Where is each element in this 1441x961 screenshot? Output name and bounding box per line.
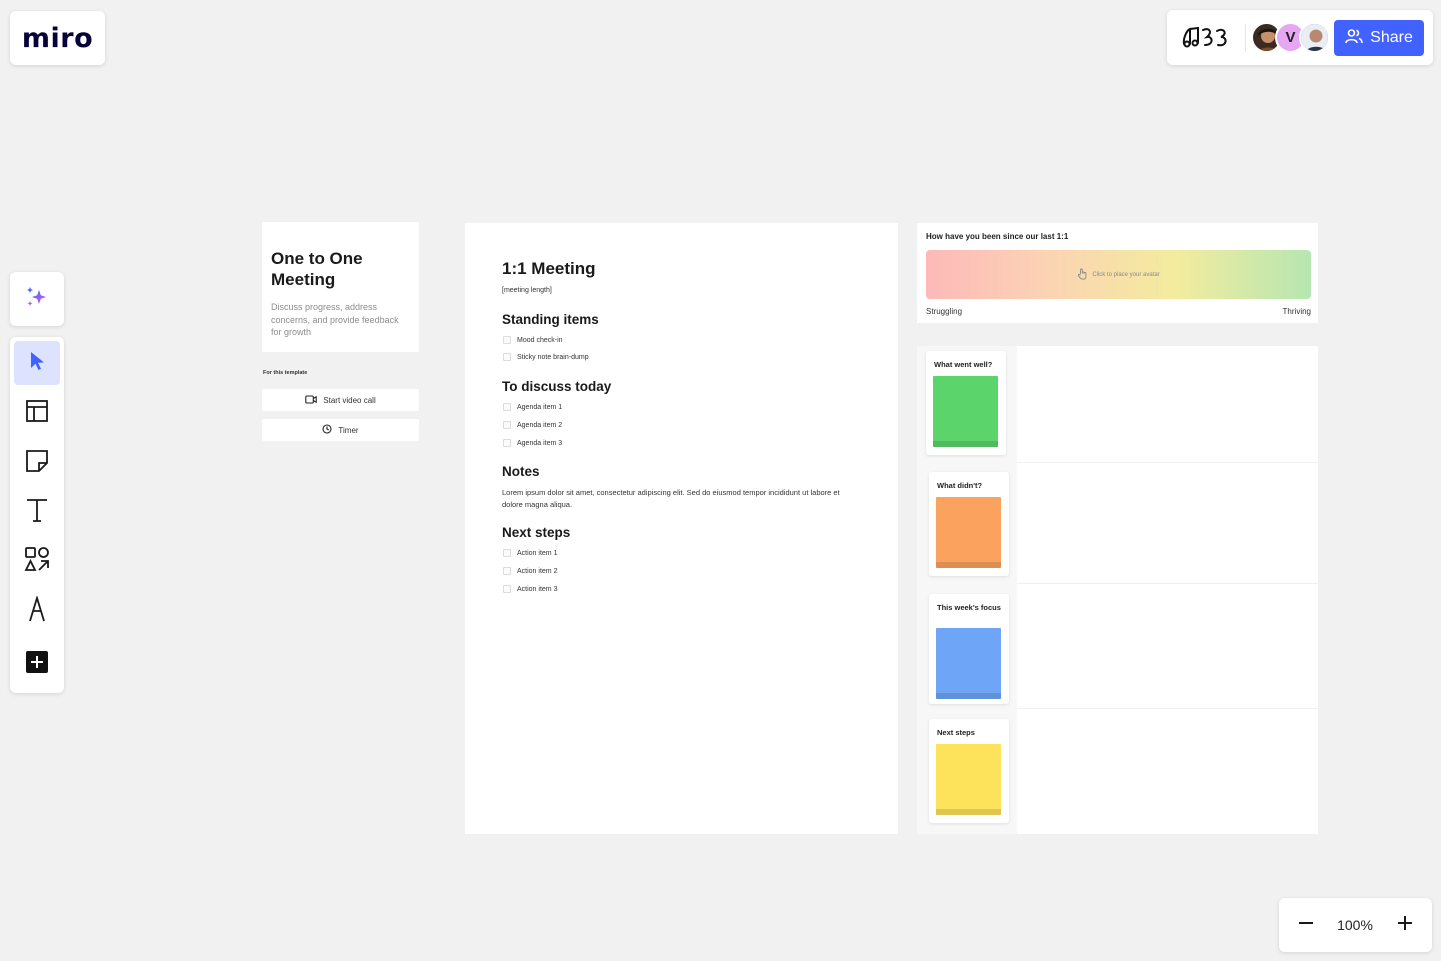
checklist-item[interactable]: Agenda item 2 [503,421,562,429]
checkbox[interactable] [503,336,511,344]
checklist-item-label: Agenda item 2 [517,421,563,429]
template-title: One to One Meeting [271,249,363,289]
meeting-doc[interactable]: 1:1 Meeting [meeting length] Standing it… [465,223,898,834]
select-tool[interactable] [14,341,60,385]
checklist-item[interactable]: Action item 1 [503,549,557,557]
sticky-label: Next steps [937,728,975,737]
share-button[interactable]: Share [1334,20,1424,56]
share-users-icon [1345,28,1363,49]
hand-pointer-icon [1077,267,1088,282]
checklist-item[interactable]: Action item 3 [503,585,557,593]
plus-icon [1396,914,1414,937]
text-tool[interactable] [14,490,60,534]
zoom-in-button[interactable] [1392,912,1418,938]
zoom-level[interactable]: 100% [1331,917,1379,933]
tools-toolbar [10,337,64,693]
start-video-call-button[interactable]: Start video call [262,389,419,411]
share-label: Share [1370,29,1413,46]
doc-title: 1:1 Meeting [502,259,596,278]
notes-heading: Notes [502,464,540,479]
checklist-item-label: Action item 1 [517,549,558,557]
checkbox[interactable] [503,353,511,361]
mood-right-label: Thriving [1282,307,1311,316]
checkbox[interactable] [503,421,511,429]
sticky-label: What didn't? [937,481,983,490]
sticky-note-tool[interactable] [14,441,60,485]
collaboration-bar: V Share [1167,10,1433,65]
checklist-item[interactable]: Agenda item 3 [503,439,562,447]
zoom-out-button[interactable] [1293,912,1319,938]
mood-hint: Click to place your avatar [1092,271,1160,278]
checkbox[interactable] [503,439,511,447]
avatar-initial: V [1285,29,1296,46]
mood-check-card: How have you been since our last 1:1 Cli… [917,223,1318,323]
notes-text: Lorem ipsum dolor sit amet, consectetur … [502,488,840,509]
shapes-tool[interactable] [14,539,60,583]
checkbox[interactable] [503,549,511,557]
sticky-card-next-steps[interactable]: Next steps [929,719,1009,823]
reactions-icon[interactable] [1181,22,1233,57]
ai-assist-button[interactable] [10,272,64,326]
to-discuss-heading: To discuss today [502,379,612,394]
next-steps-heading: Next steps [502,525,571,540]
cursor-icon [28,350,46,377]
checkbox[interactable] [503,585,511,593]
checklist-item-label: Action item 3 [517,585,558,593]
video-camera-icon [305,394,318,406]
avatar[interactable] [1299,22,1330,53]
miro-logo: miro [21,22,94,54]
timer-label: Timer [338,425,359,435]
mood-left-label: Struggling [926,307,963,316]
checklist-item[interactable]: Agenda item 1 [503,403,562,411]
divider [1017,462,1318,463]
sticky-note[interactable] [936,744,1001,815]
minus-icon [1297,914,1315,937]
templates-tool[interactable] [14,391,60,435]
retro-board: What went well? What didn't? This week's… [917,346,1318,834]
template-intro-card[interactable]: One to One Meeting Discuss progress, add… [262,222,419,352]
checklist-item[interactable]: Mood check-in [503,336,563,344]
divider [1017,583,1318,584]
sticky-note-icon [25,449,49,478]
shapes-icon [24,546,50,577]
template-description: Discuss progress, address concerns, and … [271,302,399,337]
timer-icon [322,424,332,436]
checklist-item-label: Sticky note brain-dump [517,353,589,361]
sticky-card-week-focus[interactable]: This week's focus [929,594,1009,704]
sticky-label: This week's focus [937,603,1001,612]
checkbox[interactable] [503,567,511,575]
pen-icon [27,594,47,627]
standing-items-heading: Standing items [502,312,599,327]
sticky-label: What went well? [934,360,993,369]
mood-question: How have you been since our last 1:1 [926,232,1069,241]
sticky-note[interactable] [936,628,1001,699]
for-template-label: For this template [263,370,308,376]
checklist-item[interactable]: Sticky note brain-dump [503,353,589,361]
checklist-item[interactable]: Action item 2 [503,567,557,575]
sticky-card-didnt[interactable]: What didn't? [929,472,1009,576]
video-call-label: Start video call [323,395,376,405]
sticky-note[interactable] [936,497,1001,568]
miro-logo-box[interactable]: miro [10,11,105,65]
checklist-item-label: Mood check-in [517,336,563,344]
checklist-item-label: Agenda item 3 [517,439,563,447]
pen-tool[interactable] [14,589,60,633]
more-tools-button[interactable] [14,642,60,686]
checklist-item-label: Action item 2 [517,567,558,575]
zoom-controls: 100% [1279,898,1432,952]
layout-icon [25,399,49,428]
plus-square-icon [26,650,48,678]
divider [1245,24,1246,52]
mood-scale[interactable]: Click to place your avatar [926,250,1311,299]
checkbox[interactable] [503,403,511,411]
meeting-length: [meeting length] [502,287,552,294]
text-icon [25,497,49,528]
sticky-card-went-well[interactable]: What went well? [926,351,1006,455]
checklist-item-label: Agenda item 1 [517,403,563,411]
sticky-note[interactable] [933,376,998,447]
timer-button[interactable]: Timer [262,419,419,441]
divider [1017,708,1318,709]
sparkle-icon [24,284,50,315]
